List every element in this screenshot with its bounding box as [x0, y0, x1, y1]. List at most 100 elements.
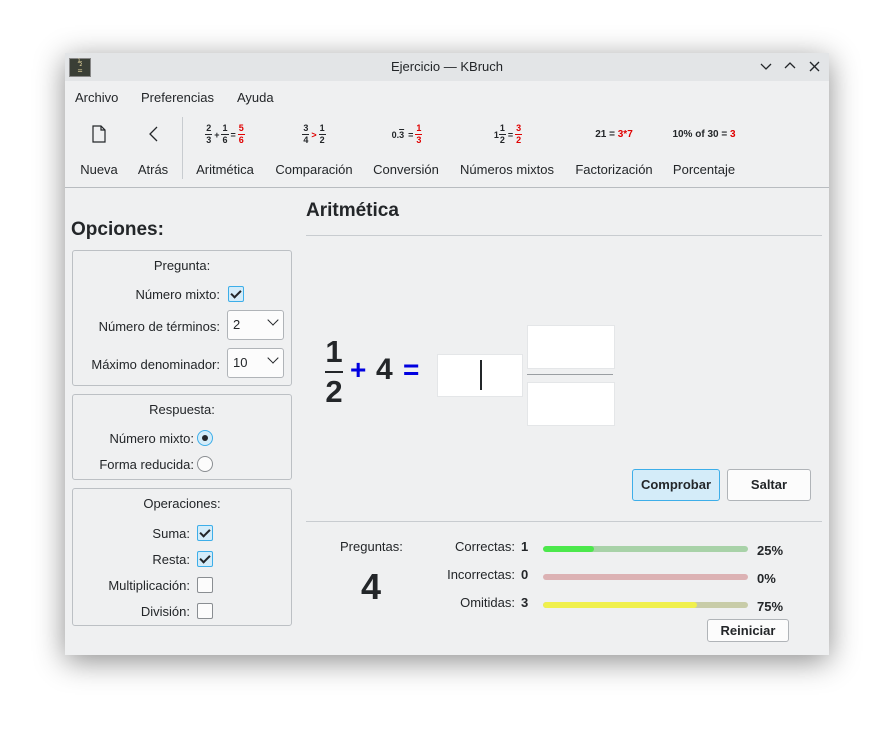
- operation-checkbox[interactable]: [197, 551, 213, 567]
- chevron-down-icon: [267, 352, 279, 364]
- answer-fraction-bar: [527, 374, 613, 375]
- answer-denominator-input[interactable]: [527, 382, 615, 426]
- mode-conversion[interactable]: 0.3 = 1 3 Conversión: [367, 109, 445, 187]
- mode-conversion-label: Conversión: [373, 162, 439, 177]
- question-mixed-checkbox[interactable]: [228, 286, 244, 302]
- operations-group-title: Operaciones:: [143, 496, 221, 511]
- new-button[interactable]: Nueva: [75, 109, 123, 187]
- chevron-left-icon: [131, 125, 175, 146]
- conversion-icon: 0.3 = 1 3: [391, 123, 423, 145]
- stat-progress-fill: [543, 602, 697, 608]
- reduced-form-label: Forma reducida:: [99, 457, 194, 472]
- task-whole-number: 4: [376, 353, 393, 386]
- task-operator: +: [350, 354, 367, 385]
- percentage-icon: 10% of 30 = 3: [672, 129, 736, 140]
- operation-label: Resta:: [152, 552, 190, 567]
- operation-checkbox[interactable]: [197, 577, 213, 593]
- back-button-label: Atrás: [137, 162, 169, 177]
- stat-progress-bar: [543, 546, 748, 552]
- stat-progress-fill: [543, 546, 595, 552]
- stat-count: 1: [521, 539, 529, 554]
- options-title: Opciones:: [71, 219, 164, 240]
- task-equals: =: [403, 354, 420, 385]
- menu-bar: Archivo Preferencias Ayuda: [65, 81, 829, 109]
- menu-archivo[interactable]: Archivo: [75, 90, 118, 105]
- max-denominator-select[interactable]: 10: [227, 348, 284, 378]
- task-numerator: 1: [325, 334, 343, 369]
- chevron-up-icon: [784, 62, 796, 69]
- mode-factorizacion-label: Factorización: [575, 162, 653, 177]
- reduced-form-radio[interactable]: [197, 456, 213, 472]
- task-denominator: 2: [325, 374, 343, 409]
- factorization-icon: 21 = 3*7: [595, 129, 633, 140]
- close-icon: [809, 61, 819, 72]
- answer-group: Respuesta: Número mixto: Forma reducida:: [72, 394, 292, 480]
- stat-percent: 75%: [757, 599, 784, 614]
- mode-comparacion-label: Comparación: [275, 162, 353, 177]
- questions-count: 4: [361, 566, 382, 607]
- operation-checkbox[interactable]: [197, 525, 213, 541]
- task-title-divider: [306, 235, 822, 236]
- chevron-down-icon: [267, 314, 279, 326]
- menu-ayuda[interactable]: Ayuda: [237, 90, 274, 105]
- stats-divider: [306, 521, 822, 522]
- max-denominator-value: 10: [233, 355, 248, 370]
- back-button[interactable]: Atrás: [131, 109, 175, 187]
- operations-group: Operaciones: Suma: Resta: Multiplicación: D…: [72, 488, 292, 626]
- mode-porcentaje-label: Porcentaje: [672, 162, 736, 177]
- stat-label: Omitidas:: [460, 595, 515, 610]
- toolbar: Nueva Atrás 2 3 +1 6 = 5 6 Aritmética 3 4 >1 2 Co…: [65, 109, 829, 188]
- mode-aritmetica[interactable]: 2 3 +1 6 = 5 6 Aritmética: [189, 109, 261, 187]
- max-denominator-label: Máximo denominador:: [91, 357, 220, 372]
- answer-mixed-label: Número mixto:: [109, 431, 194, 446]
- operation-label: Multiplicación:: [108, 578, 190, 593]
- operation-label: División:: [140, 604, 190, 619]
- mode-factorizacion[interactable]: 21 = 3*7 Factorización: [571, 109, 657, 187]
- minimize-button[interactable]: [757, 58, 775, 76]
- mode-comparacion[interactable]: 3 4 >1 2 Comparación: [269, 109, 359, 187]
- terms-value: 2: [233, 317, 241, 332]
- toolbar-separator: [182, 117, 183, 179]
- mixed-numbers-icon: 1 1 2 = 3 2: [493, 123, 523, 145]
- comparison-icon: 3 4 >1 2: [302, 123, 326, 145]
- answer-numerator-input[interactable]: [527, 325, 615, 369]
- window-title: Ejercicio — KBruch: [391, 59, 503, 74]
- menu-preferencias[interactable]: Preferencias: [141, 90, 214, 105]
- terms-label: Número de términos:: [98, 319, 220, 334]
- maximize-button[interactable]: [781, 58, 799, 76]
- stat-percent: 0%: [757, 571, 776, 586]
- main-window: ½ = Ejercicio — KBruch Archivo Preferenci…: [65, 53, 829, 655]
- stat-count: 3: [521, 595, 529, 610]
- chevron-down-icon: [760, 63, 772, 70]
- new-document-icon: [75, 125, 123, 146]
- operation-checkbox[interactable]: [197, 603, 213, 619]
- mode-numeros-mixtos-label: Números mixtos: [460, 162, 554, 177]
- question-group: Pregunta: Número mixto: Número de términ…: [72, 250, 292, 386]
- stat-label: Incorrectas:: [447, 567, 515, 582]
- stat-count: 0: [521, 567, 529, 582]
- new-button-label: Nueva: [80, 162, 118, 177]
- operation-label: Suma:: [152, 526, 190, 541]
- fraction-bar: [325, 371, 343, 373]
- terms-select[interactable]: 2: [227, 310, 284, 340]
- questions-label: Preguntas:: [340, 539, 403, 554]
- text-cursor: [480, 360, 482, 390]
- stat-progress-bar: [543, 574, 748, 580]
- reset-button[interactable]: Reiniciar: [707, 619, 789, 642]
- question-mixed-label: Número mixto:: [135, 287, 220, 302]
- answer-whole-input[interactable]: [437, 354, 523, 397]
- mode-porcentaje[interactable]: 10% of 30 = 3 Porcentaje: [667, 109, 741, 187]
- mode-numeros-mixtos[interactable]: 1 1 2 = 3 2 Números mixtos: [453, 109, 561, 187]
- stat-percent: 25%: [757, 543, 784, 558]
- stat-progress-bar: [543, 602, 748, 608]
- close-button[interactable]: [805, 58, 823, 76]
- check-button[interactable]: Comprobar: [632, 469, 720, 501]
- title-bar: ½ = Ejercicio — KBruch: [65, 53, 829, 81]
- task-fraction: 1 2: [323, 335, 345, 409]
- skip-button[interactable]: Saltar: [727, 469, 811, 501]
- stat-label: Correctas:: [455, 539, 515, 554]
- question-group-title: Pregunta:: [153, 258, 211, 273]
- answer-group-title: Respuesta:: [149, 402, 215, 417]
- answer-mixed-radio[interactable]: [197, 430, 213, 446]
- mode-aritmetica-label: Aritmética: [196, 162, 254, 177]
